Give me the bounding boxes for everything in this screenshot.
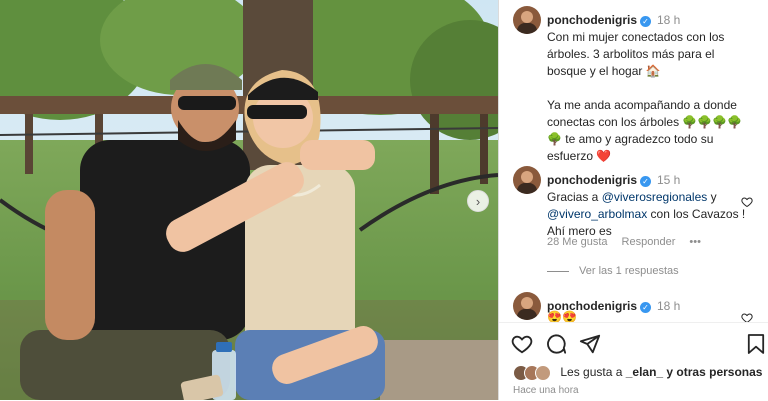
- avatar[interactable]: [513, 292, 541, 320]
- post-photo[interactable]: ›: [0, 0, 498, 400]
- verified-badge-icon: ✓: [640, 176, 651, 187]
- liked-by-username[interactable]: _elan_: [626, 365, 663, 379]
- next-photo-button[interactable]: ›: [467, 190, 489, 212]
- liked-by-prefix: Les gusta a: [560, 365, 626, 380]
- caption-comment: ponchodenigris ✓ 18 h Con mi mujer conecta…: [513, 6, 763, 163]
- mention-link[interactable]: @viverosregionales: [602, 190, 708, 204]
- avatar: [535, 365, 551, 381]
- comment-item: ponchodenigris ✓ 18 h 😍😍: [513, 292, 763, 322]
- comment-meta: 28 Me gusta Responder •••: [547, 236, 715, 248]
- like-comment-heart-icon[interactable]: [741, 196, 753, 208]
- liked-by-suffix[interactable]: y otras personas: [663, 365, 762, 379]
- caption-paragraph-2: Ya me anda acompañando a donde conectas …: [547, 98, 743, 163]
- mention-link[interactable]: @vivero_arbolmax: [547, 207, 647, 221]
- post-timestamp[interactable]: Hace una hora: [513, 385, 579, 396]
- comment-text-part: Gracias a: [547, 190, 602, 204]
- instagram-post-view: › ponchodenigris ✓ 18 h Con mi mujer conec…: [0, 0, 768, 400]
- avatar[interactable]: [513, 166, 541, 194]
- like-heart-icon[interactable]: [511, 333, 535, 357]
- chevron-right-icon: ›: [475, 193, 481, 209]
- avatar[interactable]: [513, 6, 541, 34]
- comment-text: 😍😍: [547, 310, 577, 322]
- comment-header: ponchodenigris ✓ 15 h: [547, 173, 680, 187]
- liked-by-summary[interactable]: Les gusta a _elan_ y otras personas: [513, 365, 762, 381]
- username[interactable]: ponchodenigris: [547, 173, 637, 187]
- timestamp[interactable]: 15 h: [657, 173, 680, 187]
- comment-bubble-icon[interactable]: [545, 333, 569, 357]
- share-send-icon[interactable]: [579, 333, 603, 357]
- comment-text: Con mi mujer conectados con los árboles.…: [547, 29, 757, 165]
- like-comment-heart-icon[interactable]: [741, 312, 753, 322]
- view-replies-label: Ver las 1 respuestas: [579, 265, 679, 277]
- view-replies-link[interactable]: Ver las 1 respuestas: [547, 265, 679, 277]
- comment-text-part: y: [707, 190, 717, 204]
- username[interactable]: ponchodenigris: [547, 13, 637, 27]
- more-options-icon[interactable]: •••: [689, 236, 701, 248]
- save-bookmark-icon[interactable]: [747, 333, 768, 357]
- verified-badge-icon: ✓: [640, 16, 651, 27]
- timestamp[interactable]: 18 h: [657, 13, 680, 27]
- comment-header: ponchodenigris ✓ 18 h: [547, 13, 680, 27]
- comments-list[interactable]: ponchodenigris ✓ 18 h Con mi mujer conecta…: [499, 0, 768, 322]
- post-actions: Les gusta a _elan_ y otras personas Hace…: [499, 322, 768, 401]
- comment-likes-count[interactable]: 28 Me gusta: [547, 236, 608, 248]
- comment-item: ponchodenigris ✓ 15 h Gracias a @viverosre…: [513, 166, 763, 281]
- comments-panel: ponchodenigris ✓ 18 h Con mi mujer conecta…: [498, 0, 768, 400]
- divider: [547, 270, 569, 272]
- reply-button[interactable]: Responder: [622, 236, 676, 248]
- comment-text: Gracias a @viverosregionales y @vivero_a…: [547, 189, 757, 240]
- post-photo-illustration: [0, 0, 498, 400]
- caption-paragraph-1: Con mi mujer conectados con los árboles.…: [547, 30, 725, 78]
